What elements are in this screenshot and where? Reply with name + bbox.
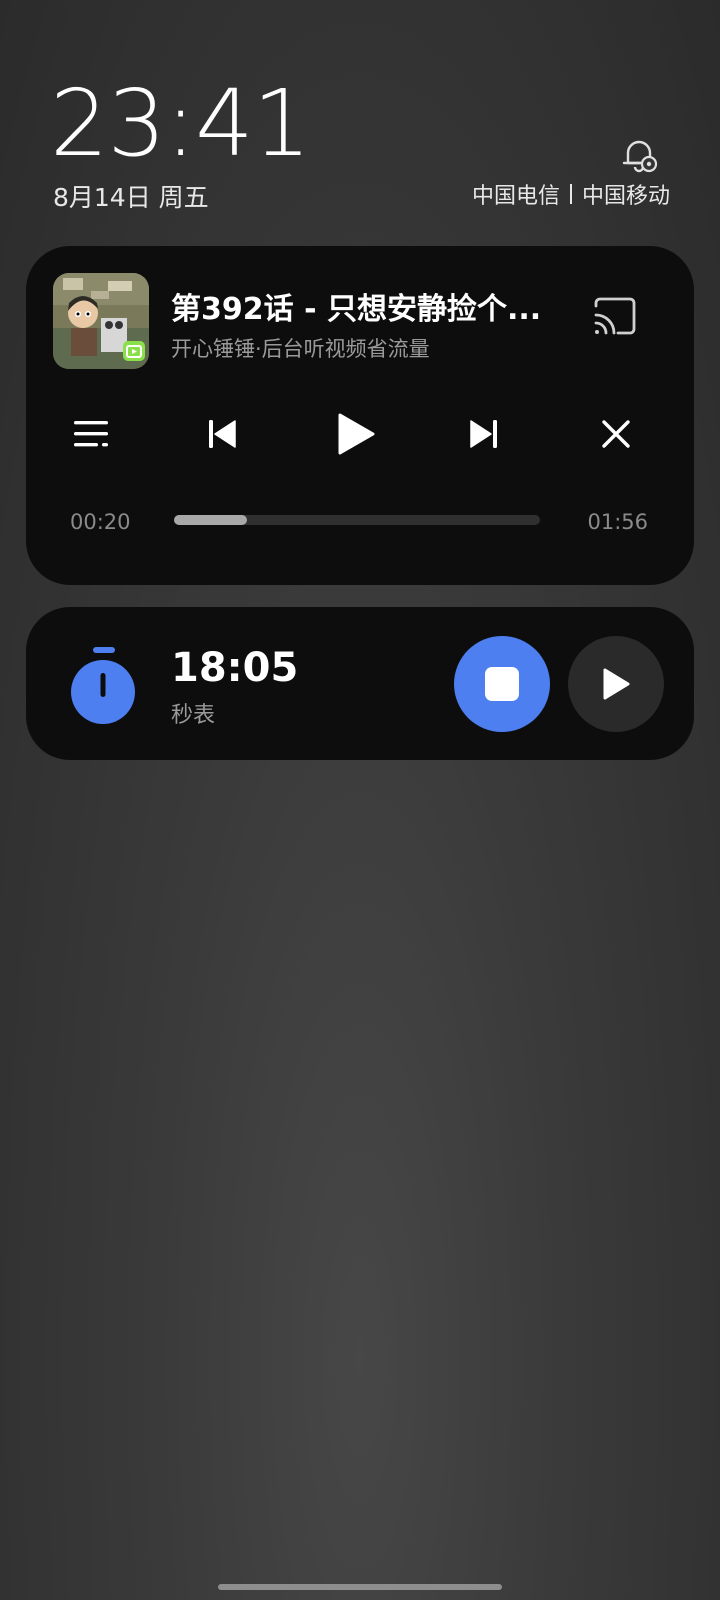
stopwatch-play-button[interactable] (568, 636, 664, 732)
carrier-info: 中国电信 中国移动 (472, 178, 670, 210)
seek-bar-progress (174, 515, 248, 525)
carrier-divider (569, 184, 572, 204)
next-icon (470, 420, 497, 448)
total-time: 01:56 (587, 510, 648, 534)
stopwatch-icon (71, 647, 135, 724)
cast-icon[interactable] (592, 296, 638, 336)
home-indicator[interactable] (218, 1584, 502, 1590)
stop-icon (485, 667, 519, 701)
close-button[interactable] (588, 406, 644, 462)
carrier-2: 中国移动 (581, 184, 670, 209)
seek-bar[interactable] (174, 515, 540, 525)
carrier-1: 中国电信 (471, 184, 560, 209)
previous-icon (209, 420, 236, 448)
current-time: 00:20 (70, 510, 131, 534)
play-icon (603, 668, 630, 700)
playlist-button[interactable] (64, 406, 120, 462)
stopwatch-card[interactable]: 18:05 秒表 (26, 607, 694, 760)
play-button[interactable] (328, 406, 384, 462)
playlist-icon (74, 421, 108, 447)
stopwatch-stop-button[interactable] (454, 636, 550, 732)
notification-settings-icon[interactable] (620, 136, 658, 174)
stopwatch-time: 18:05 (171, 645, 299, 691)
album-cover[interactable] (53, 273, 149, 369)
next-button[interactable] (456, 406, 512, 462)
media-subtitle: 开心锤锤·后台听视频省流量 (171, 337, 430, 361)
media-title: 第392话 - 只想安静捡个... (171, 292, 542, 327)
previous-button[interactable] (194, 406, 250, 462)
clock-date: 8月14日 周五 (53, 183, 209, 212)
play-icon (338, 413, 375, 455)
close-icon (602, 420, 630, 448)
stopwatch-label: 秒表 (171, 703, 216, 728)
media-player-card[interactable]: 第392话 - 只想安静捡个... 开心锤锤·后台听视频省流量 00:20 01… (26, 246, 694, 585)
clock-time: 23:41 (50, 70, 311, 177)
